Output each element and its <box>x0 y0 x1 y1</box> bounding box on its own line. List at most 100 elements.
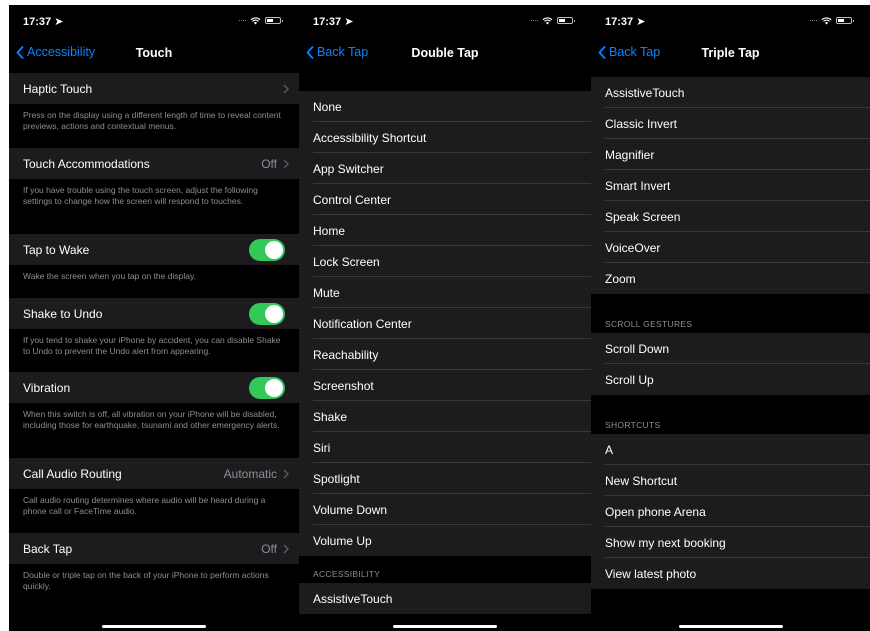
back-button[interactable]: Back Tap <box>306 45 368 59</box>
option-label: Smart Invert <box>605 178 671 193</box>
option-screenshot[interactable]: Screenshot <box>299 370 591 401</box>
row-value: Off <box>261 156 277 171</box>
option-volume-down[interactable]: Volume Down <box>299 494 591 525</box>
tap-to-wake-row: Tap to Wake <box>9 234 299 265</box>
battery-icon <box>557 17 575 24</box>
back-button[interactable]: Back Tap <box>598 45 660 59</box>
option-speak-screen[interactable]: Speak Screen <box>591 201 870 232</box>
home-indicator[interactable] <box>102 625 206 628</box>
option-control-center[interactable]: Control Center <box>299 184 591 215</box>
option-app-switcher[interactable]: App Switcher <box>299 153 591 184</box>
option-scroll-up[interactable]: Scroll Up <box>591 364 870 395</box>
option-shake[interactable]: Shake <box>299 401 591 432</box>
tap-to-wake-footer: Wake the screen when you tap on the disp… <box>9 265 299 298</box>
triple-tap-screen: 17:37 ➤ ···· Back Tap Triple Tap Assisti… <box>591 5 870 631</box>
option-accessibility-shortcut[interactable]: Accessibility Shortcut <box>299 122 591 153</box>
option-label: View latest photo <box>605 566 697 581</box>
option-label: Volume Up <box>313 533 372 548</box>
toggle-knob <box>265 304 283 323</box>
option-volume-up[interactable]: Volume Up <box>299 525 591 556</box>
section-header-accessibility: ACCESSIBILITY <box>299 556 591 583</box>
option-open-phone-arena[interactable]: Open phone Arena <box>591 496 870 527</box>
option-scroll-down[interactable]: Scroll Down <box>591 333 870 364</box>
signal-icon: ···· <box>238 15 247 25</box>
option-voiceover[interactable]: VoiceOver <box>591 232 870 263</box>
back-button[interactable]: Accessibility <box>16 45 95 59</box>
option-classic-invert[interactable]: Classic Invert <box>591 108 870 139</box>
option-magnifier[interactable]: Magnifier <box>591 139 870 170</box>
option-reachability[interactable]: Reachability <box>299 339 591 370</box>
haptic-touch-row[interactable]: Haptic Touch <box>9 73 299 104</box>
option-assistivetouch[interactable]: AssistiveTouch <box>591 77 870 108</box>
option-label: Scroll Down <box>605 341 670 356</box>
row-label: Haptic Touch <box>23 81 93 96</box>
shake-to-undo-footer: If you tend to shake your iPhone by acci… <box>9 329 299 372</box>
touch-accommodations-footer: If you have trouble using the touch scre… <box>9 179 299 234</box>
option-a[interactable]: A <box>591 434 870 465</box>
option-label: Spotlight <box>313 471 360 486</box>
vibration-row: Vibration <box>9 372 299 403</box>
option-label: Siri <box>313 440 331 455</box>
section-header-shortcuts: SHORTCUTS <box>591 395 870 434</box>
back-tap-row[interactable]: Back Tap Off <box>9 533 299 564</box>
shake-to-undo-row: Shake to Undo <box>9 298 299 329</box>
option-smart-invert[interactable]: Smart Invert <box>591 170 870 201</box>
vibration-toggle[interactable] <box>249 376 285 399</box>
back-label: Back Tap <box>609 45 661 59</box>
option-mute[interactable]: Mute <box>299 277 591 308</box>
option-label: Speak Screen <box>605 209 681 224</box>
option-siri[interactable]: Siri <box>299 432 591 463</box>
status-bar: 17:37 ➤ ···· <box>591 5 870 37</box>
option-spotlight[interactable]: Spotlight <box>299 463 591 494</box>
chevron-left-icon <box>306 45 314 59</box>
option-label: Show my next booking <box>605 535 726 550</box>
option-notification-center[interactable]: Notification Center <box>299 308 591 339</box>
option-label: Zoom <box>605 271 636 286</box>
option-label: AssistiveTouch <box>313 591 393 606</box>
row-label: Back Tap <box>23 541 73 556</box>
toggle-knob <box>265 240 283 259</box>
status-icons: ···· <box>809 16 854 25</box>
signal-icon: ···· <box>530 15 539 25</box>
option-lock-screen[interactable]: Lock Screen <box>299 246 591 277</box>
back-label: Back Tap <box>317 45 369 59</box>
option-assistivetouch[interactable]: AssistiveTouch <box>299 583 591 614</box>
status-icons: ···· <box>530 15 575 25</box>
option-label: Control Center <box>313 192 392 207</box>
row-value: Automatic <box>223 466 277 481</box>
accessibility-options: AssistiveTouch Classic Invert Magnifier Sma… <box>591 77 870 294</box>
option-label: Open phone Arena <box>605 504 706 519</box>
chevron-left-icon <box>16 45 24 59</box>
touch-accommodations-row[interactable]: Touch Accommodations Off <box>9 148 299 179</box>
option-new-shortcut[interactable]: New Shortcut <box>591 465 870 496</box>
tap-to-wake-toggle[interactable] <box>249 238 285 261</box>
status-time: 17:37 ➤ <box>313 16 354 28</box>
option-label: Screenshot <box>313 378 374 393</box>
call-audio-routing-footer: Call audio routing determines where audi… <box>9 489 299 533</box>
accessibility-options: AssistiveTouch <box>299 583 591 614</box>
option-none[interactable]: None <box>299 91 591 122</box>
nav-bar: Back Tap Double Tap <box>299 37 591 69</box>
action-list: None Accessibility Shortcut App Switcher Co… <box>299 69 591 631</box>
shake-to-undo-toggle[interactable] <box>249 302 285 325</box>
row-label: Tap to Wake <box>23 242 90 257</box>
chevron-right-icon <box>283 84 289 93</box>
option-label: Mute <box>313 285 340 300</box>
call-audio-routing-row[interactable]: Call Audio Routing Automatic <box>9 458 299 489</box>
status-time: 17:37 ➤ <box>23 16 64 28</box>
option-label: Shake <box>313 409 348 424</box>
wifi-icon <box>542 16 553 25</box>
row-value: Off <box>261 541 277 556</box>
row-label: Vibration <box>23 380 71 395</box>
option-show-my-next-booking[interactable]: Show my next booking <box>591 527 870 558</box>
home-indicator[interactable] <box>678 625 783 628</box>
status-bar: 17:37 ➤ ···· <box>299 5 591 37</box>
double-tap-screen: 17:37 ➤ ···· Back Tap Double Tap None Acc… <box>299 5 591 631</box>
option-view-latest-photo[interactable]: View latest photo <box>591 558 870 589</box>
option-home[interactable]: Home <box>299 215 591 246</box>
option-label: Volume Down <box>313 502 388 517</box>
status-bar: 17:37 ➤ ···· <box>9 5 299 37</box>
option-label: New Shortcut <box>605 473 678 488</box>
option-zoom[interactable]: Zoom <box>591 263 870 294</box>
home-indicator[interactable] <box>393 625 497 628</box>
